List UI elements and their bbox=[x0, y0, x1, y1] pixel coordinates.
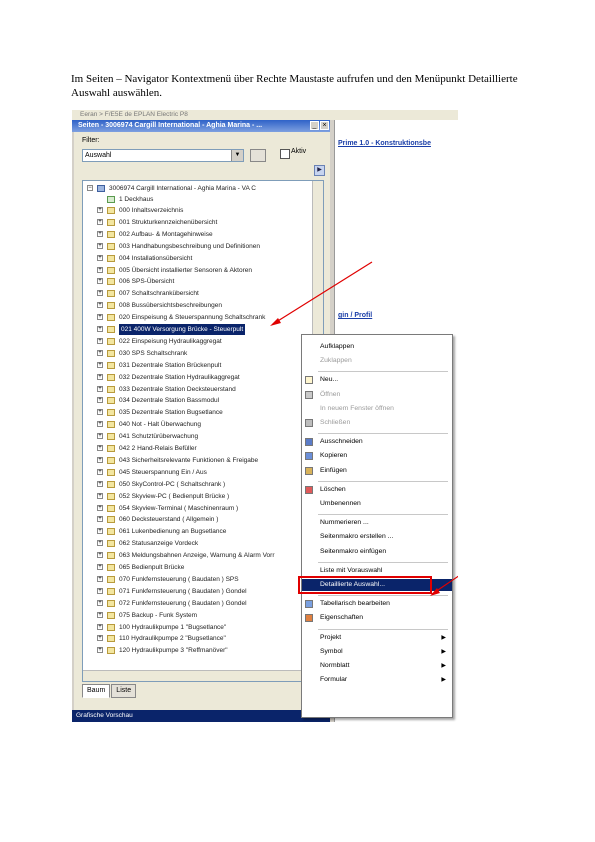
red-arrow-2 bbox=[431, 575, 458, 595]
arrowhead-1 bbox=[270, 318, 281, 326]
screenshot: Eeran > F/E5E de EPLAN Electric P8 Seite… bbox=[72, 110, 458, 722]
red-arrow-1 bbox=[272, 261, 373, 325]
annotation-overlay bbox=[270, 261, 458, 596]
instruction-text: Im Seiten – Navigator Kontextmenü über R… bbox=[71, 73, 518, 99]
